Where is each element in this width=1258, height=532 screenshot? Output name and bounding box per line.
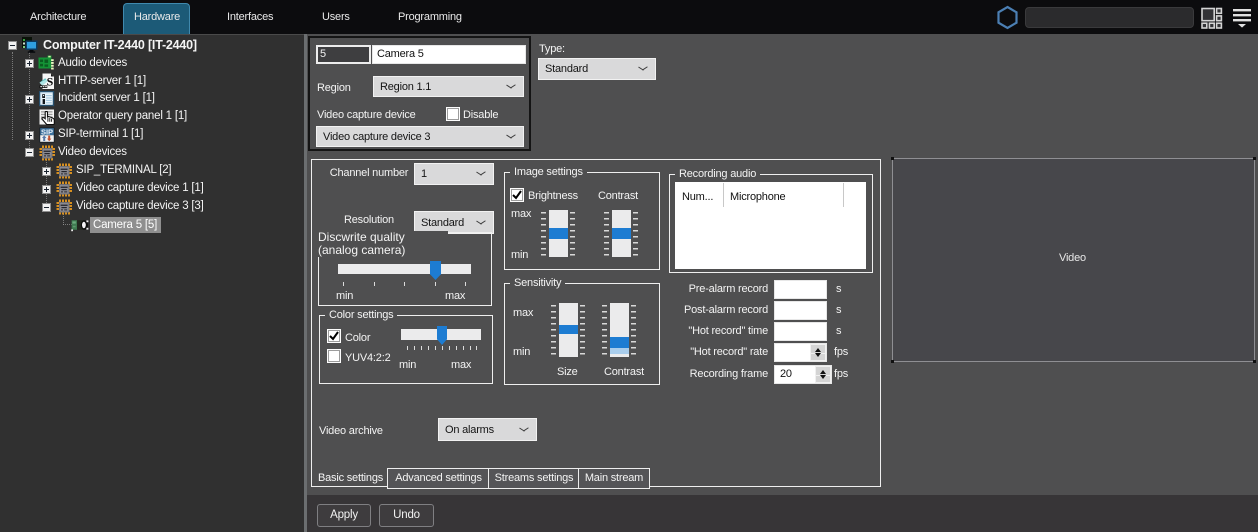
svg-text:S: S: [47, 75, 54, 89]
svg-text:SIP: SIP: [41, 128, 53, 137]
